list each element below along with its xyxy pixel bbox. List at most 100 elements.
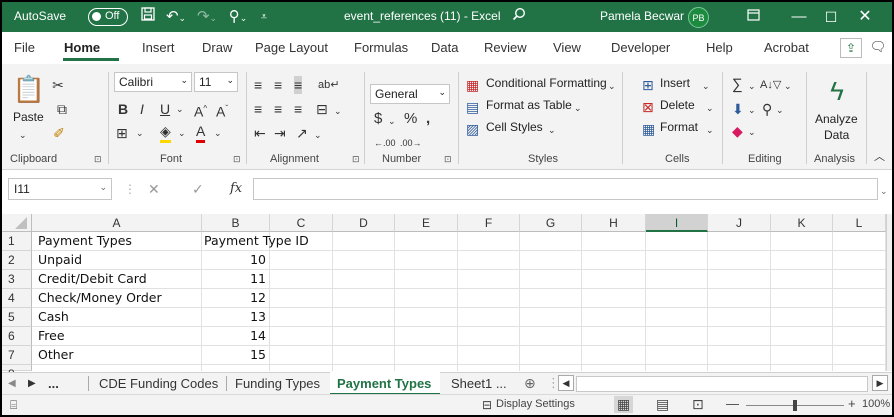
merge-center-icon[interactable]: ⊟	[316, 100, 328, 118]
find-dropdown-icon[interactable]: ⌄	[776, 101, 784, 119]
close-icon[interactable]: ✕	[854, 5, 876, 29]
column-header-h[interactable]: H	[582, 214, 646, 232]
chevron-down-icon[interactable]: ⌄	[702, 77, 710, 95]
quick-access-menu-icon[interactable]: ⩡	[256, 5, 272, 29]
column-header-b[interactable]: B	[202, 214, 270, 232]
comments-icon[interactable]: 🗨	[868, 38, 888, 56]
conditional-formatting-button[interactable]: Conditional Formatting	[486, 76, 607, 90]
enter-icon[interactable]: ✓	[192, 180, 204, 198]
tab-draw[interactable]: Draw	[202, 40, 232, 55]
tab-acrobat[interactable]: Acrobat	[764, 40, 809, 55]
comma-style-icon[interactable]: ,	[426, 110, 430, 128]
autosave-toggle[interactable]: Off	[88, 8, 128, 26]
analyze-data-label-2[interactable]: Data	[824, 128, 849, 142]
normal-view-icon[interactable]: ▦	[614, 396, 634, 413]
analyze-data-label-1[interactable]: Analyze	[815, 112, 858, 126]
tab-data[interactable]: Data	[431, 40, 458, 55]
redo-icon[interactable]: ↷⌄	[194, 5, 220, 29]
conditional-formatting-icon[interactable]: ▦	[466, 76, 479, 94]
tab-help[interactable]: Help	[706, 40, 733, 55]
tab-view[interactable]: View	[553, 40, 581, 55]
zoom-out-icon[interactable]: —	[726, 396, 739, 411]
borders-icon[interactable]: ⊞	[116, 124, 128, 142]
undo-icon[interactable]: ↶⌄	[162, 5, 190, 29]
name-box[interactable]: I11 ⌄	[8, 178, 112, 200]
italic-icon[interactable]: I	[140, 100, 144, 118]
format-as-table-icon[interactable]: ▤	[466, 98, 479, 116]
align-left-icon[interactable]: ≡	[254, 100, 262, 118]
column-header-d[interactable]: D	[333, 214, 395, 232]
cell-b7[interactable]: 15	[204, 346, 266, 364]
row-header-4[interactable]: 4	[2, 289, 32, 308]
format-cells-button[interactable]: Format	[660, 120, 698, 134]
analyze-data-icon[interactable]: ϟ	[820, 74, 854, 108]
cancel-icon[interactable]: ✕	[148, 180, 160, 198]
zoom-slider-thumb[interactable]	[793, 400, 797, 411]
cell-b5[interactable]: 13	[204, 308, 266, 326]
row-header-1[interactable]: 1	[2, 232, 32, 251]
cell-a1[interactable]: Payment Types	[38, 232, 132, 250]
autosum-icon[interactable]: ∑	[732, 76, 743, 94]
percent-icon[interactable]: %	[404, 110, 417, 128]
fill-dropdown-icon[interactable]: ⌄	[178, 124, 186, 142]
column-header-j[interactable]: J	[708, 214, 771, 232]
orientation-icon[interactable]: ↗	[296, 124, 308, 142]
scroll-first-sheet-icon[interactable]: ◀	[8, 378, 16, 389]
format-cells-icon[interactable]: ▦	[642, 120, 655, 138]
tab-review[interactable]: Review	[484, 40, 527, 55]
cell-a4[interactable]: Check/Money Order	[38, 289, 162, 307]
delete-cells-icon[interactable]: ⊠	[642, 98, 654, 116]
align-middle-icon[interactable]: ≡	[274, 76, 282, 94]
paste-icon[interactable]: 📋	[12, 72, 46, 106]
chevron-down-icon[interactable]: ⌄	[706, 121, 714, 139]
avatar[interactable]: PB	[688, 7, 709, 28]
cell-b1[interactable]: Payment Type ID	[204, 232, 309, 250]
format-painter-icon[interactable]: ✐	[50, 124, 68, 142]
column-header-l[interactable]: L	[833, 214, 886, 232]
cell-styles-button[interactable]: Cell Styles	[486, 120, 543, 134]
page-layout-view-icon[interactable]: ▤	[656, 396, 669, 413]
underline-dropdown-icon[interactable]: ⌄	[176, 100, 184, 118]
cell-b3[interactable]: 11	[204, 270, 266, 288]
ribbon-display-options-icon[interactable]	[742, 5, 764, 29]
paste-label[interactable]: Paste	[13, 110, 44, 124]
font-launcher-icon[interactable]: ⊡	[233, 154, 241, 165]
scroll-left-icon[interactable]: ◀	[558, 375, 574, 391]
cell-a5[interactable]: Cash	[38, 308, 69, 326]
increase-indent-icon[interactable]: ⇥	[274, 124, 286, 142]
minimize-icon[interactable]: —	[788, 5, 810, 29]
clear-icon[interactable]: ◆	[732, 122, 743, 140]
horizontal-scrollbar[interactable]	[576, 376, 868, 392]
scroll-next-sheet-icon[interactable]: ▶	[28, 378, 36, 389]
column-header-g[interactable]: G	[520, 214, 582, 232]
insert-cells-icon[interactable]: ⊞	[642, 76, 654, 94]
tab-formulas[interactable]: Formulas	[354, 40, 408, 55]
user-name[interactable]: Pamela Becwar	[600, 9, 684, 23]
cell-a3[interactable]: Credit/Debit Card	[38, 270, 147, 288]
row-header-8[interactable]: 8	[2, 365, 32, 381]
more-sheets-button[interactable]: ...	[48, 376, 59, 391]
column-header-f[interactable]: F	[458, 214, 520, 232]
add-sheet-icon[interactable]: ⊕	[524, 375, 536, 392]
number-format-dropdown[interactable]: General ⌄	[370, 84, 450, 104]
insert-function-icon[interactable]: fx	[230, 180, 242, 198]
column-header-c[interactable]: C	[270, 214, 333, 232]
borders-dropdown-icon[interactable]: ⌄	[136, 124, 144, 142]
tab-insert[interactable]: Insert	[142, 40, 175, 55]
vertical-scrollbar[interactable]	[886, 214, 892, 371]
font-size-dropdown[interactable]: 11 ⌄	[194, 72, 238, 92]
merge-dropdown-icon[interactable]: ⌄	[334, 102, 342, 120]
cell-styles-icon[interactable]: ▨	[466, 120, 479, 138]
fill-icon[interactable]: ⬇	[732, 100, 744, 118]
formula-input[interactable]	[253, 178, 878, 200]
tab-file[interactable]: File	[14, 40, 35, 55]
cell-b6[interactable]: 14	[204, 327, 266, 345]
chevron-down-icon[interactable]: ⌄	[548, 121, 556, 139]
decrease-indent-icon[interactable]: ⇤	[254, 124, 266, 142]
clipboard-launcher-icon[interactable]: ⊡	[94, 154, 102, 165]
row-header-7[interactable]: 7	[2, 346, 32, 365]
format-as-table-button[interactable]: Format as Table	[486, 98, 572, 112]
sheet-tab-sheet1[interactable]: Sheet1 ...	[451, 376, 507, 391]
increase-font-icon[interactable]: A^	[194, 100, 207, 121]
save-icon[interactable]	[137, 5, 159, 29]
